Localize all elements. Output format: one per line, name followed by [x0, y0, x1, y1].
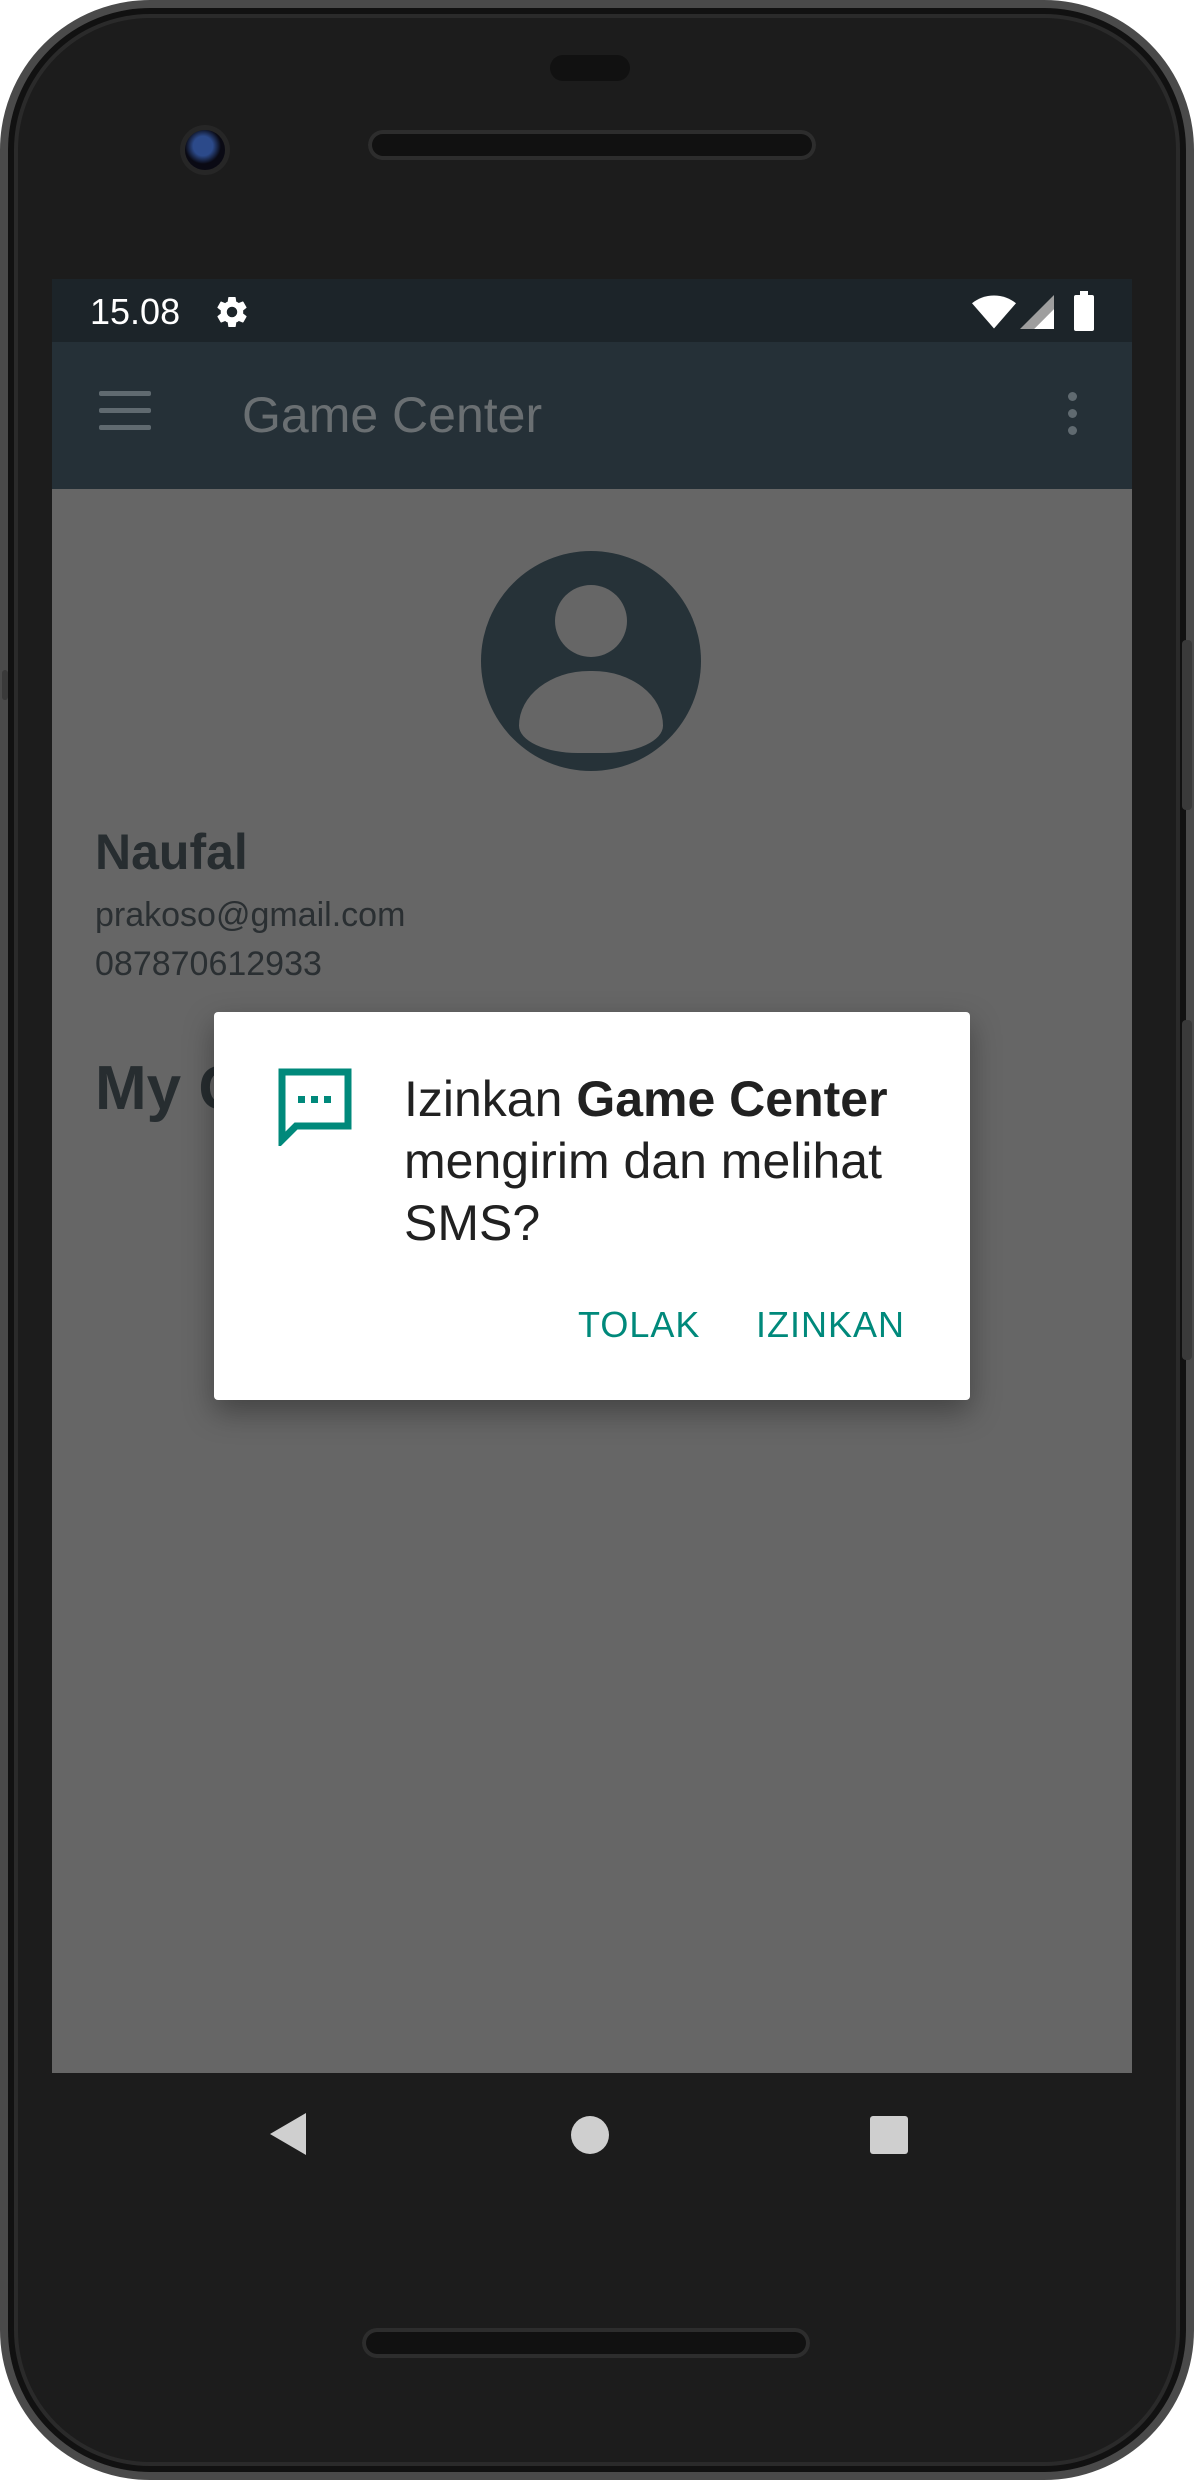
recents-icon[interactable]: [870, 2116, 908, 2154]
permission-dialog: Izinkan Game Center mengirim dan melihat…: [214, 1012, 970, 1400]
profile-name: Naufal: [95, 824, 248, 880]
cellular-signal-icon: [1020, 295, 1054, 329]
dialog-message-prefix: Izinkan: [404, 1071, 577, 1127]
battery-icon: [1074, 291, 1094, 331]
app-bar: Game Center: [52, 342, 1132, 489]
allow-button[interactable]: IZINKAN: [756, 1304, 905, 1346]
dialog-message-suffix: mengirim dan melihat SMS?: [404, 1133, 882, 1251]
top-speaker: [368, 130, 816, 160]
back-icon[interactable]: [270, 2113, 306, 2155]
front-camera: [185, 130, 225, 170]
app-title: Game Center: [242, 387, 543, 443]
status-bar: 15.08: [52, 279, 1132, 342]
account-circle-icon: [481, 551, 701, 771]
dialog-app-name: Game Center: [576, 1071, 888, 1127]
bottom-speaker: [362, 2328, 810, 2358]
wifi-icon: [972, 295, 1016, 329]
dialog-message: Izinkan Game Center mengirim dan melihat…: [404, 1068, 944, 1254]
sms-icon: [278, 1068, 352, 1146]
volume-button: [1182, 1020, 1192, 1360]
left-rail: [2, 670, 8, 700]
screen: 15.08 Game Center Naufal prakoso@gmail.c…: [52, 279, 1132, 2073]
deny-button[interactable]: TOLAK: [578, 1304, 700, 1346]
home-icon[interactable]: [571, 2116, 609, 2154]
power-button: [1182, 640, 1192, 810]
profile-email: prakoso@gmail.com: [95, 896, 406, 934]
gear-icon: [217, 297, 247, 328]
profile-phone: 087870612933: [95, 945, 322, 983]
more-vert-icon[interactable]: [1068, 392, 1080, 440]
top-sensor: [550, 55, 630, 81]
status-time: 15.08: [90, 291, 181, 332]
menu-icon[interactable]: [99, 391, 151, 433]
